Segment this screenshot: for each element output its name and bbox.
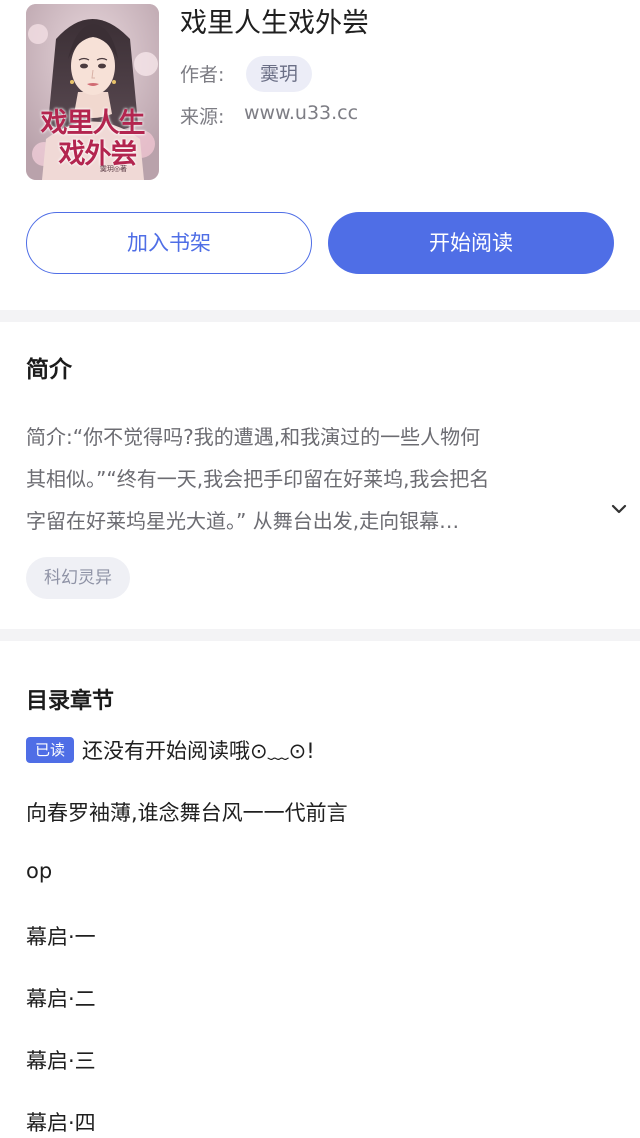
reading-status-text: 还没有开始阅读哦⊙﹏⊙! xyxy=(82,739,315,763)
add-to-shelf-button[interactable]: 加入书架 xyxy=(26,212,312,274)
section-divider xyxy=(0,310,640,322)
chapter-item[interactable]: 幕启·三 xyxy=(26,1045,96,1075)
intro-line: 简介:“你不觉得吗?我的遭遇,和我演过的一些人物何 xyxy=(26,425,481,449)
read-badge: 已读 xyxy=(26,737,75,763)
chapter-item[interactable]: 幕启·二 xyxy=(26,983,96,1013)
chapter-item[interactable]: op xyxy=(26,859,52,883)
book-detail-page: 戏里人生 戏外尝 霙玥◎著 戏里人生戏外尝 作者: 霙玥 来源: www.u33… xyxy=(0,0,640,1138)
cover-title-line2: 戏外尝 xyxy=(58,139,138,170)
genre-tag[interactable]: 科幻灵异 xyxy=(26,557,130,599)
book-header: 戏里人生 戏外尝 霙玥◎著 戏里人生戏外尝 作者: 霙玥 来源: www.u33… xyxy=(0,0,640,310)
intro-line: 字留在好莱坞星光大道。” 从舞台出发,走向银幕… xyxy=(26,509,460,533)
intro-line: 其相似。”“终有一天,我会把手印留在好莱坞,我会把名 xyxy=(26,467,490,491)
source-label: 来源: xyxy=(180,106,225,128)
cover-title: 戏里人生 戏外尝 xyxy=(26,108,159,170)
source-value: www.u33.cc xyxy=(244,102,359,124)
section-divider xyxy=(0,629,640,641)
author-chip[interactable]: 霙玥 xyxy=(246,56,313,92)
intro-section: 简介 简介:“你不觉得吗?我的遭遇,和我演过的一些人物何 其相似。”“终有一天,… xyxy=(0,322,640,629)
chapter-item[interactable]: 向春罗袖薄,谁念舞台风一一代前言 xyxy=(26,797,348,827)
catalog-heading: 目录章节 xyxy=(26,689,115,714)
chevron-down-icon[interactable] xyxy=(610,502,628,516)
book-title: 戏里人生戏外尝 xyxy=(180,8,369,39)
chapter-item[interactable]: 幕启·一 xyxy=(26,921,96,951)
intro-text[interactable]: 简介:“你不觉得吗?我的遭遇,和我演过的一些人物何 其相似。”“终有一天,我会把… xyxy=(26,416,610,542)
catalog-section: 目录章节 已读 还没有开始阅读哦⊙﹏⊙! 向春罗袖薄,谁念舞台风一一代前言 op … xyxy=(0,641,640,1138)
author-label: 作者: xyxy=(180,64,225,86)
start-reading-button[interactable]: 开始阅读 xyxy=(328,212,614,274)
book-cover[interactable]: 戏里人生 戏外尝 霙玥◎著 xyxy=(26,4,159,180)
cover-title-line1: 戏里人生 xyxy=(40,108,146,139)
cover-author-mark: 霙玥◎著 xyxy=(99,165,127,173)
chapter-item[interactable]: 幕启·四 xyxy=(26,1107,96,1137)
intro-heading: 简介 xyxy=(26,357,72,383)
reading-status: 已读 还没有开始阅读哦⊙﹏⊙! xyxy=(26,735,315,765)
